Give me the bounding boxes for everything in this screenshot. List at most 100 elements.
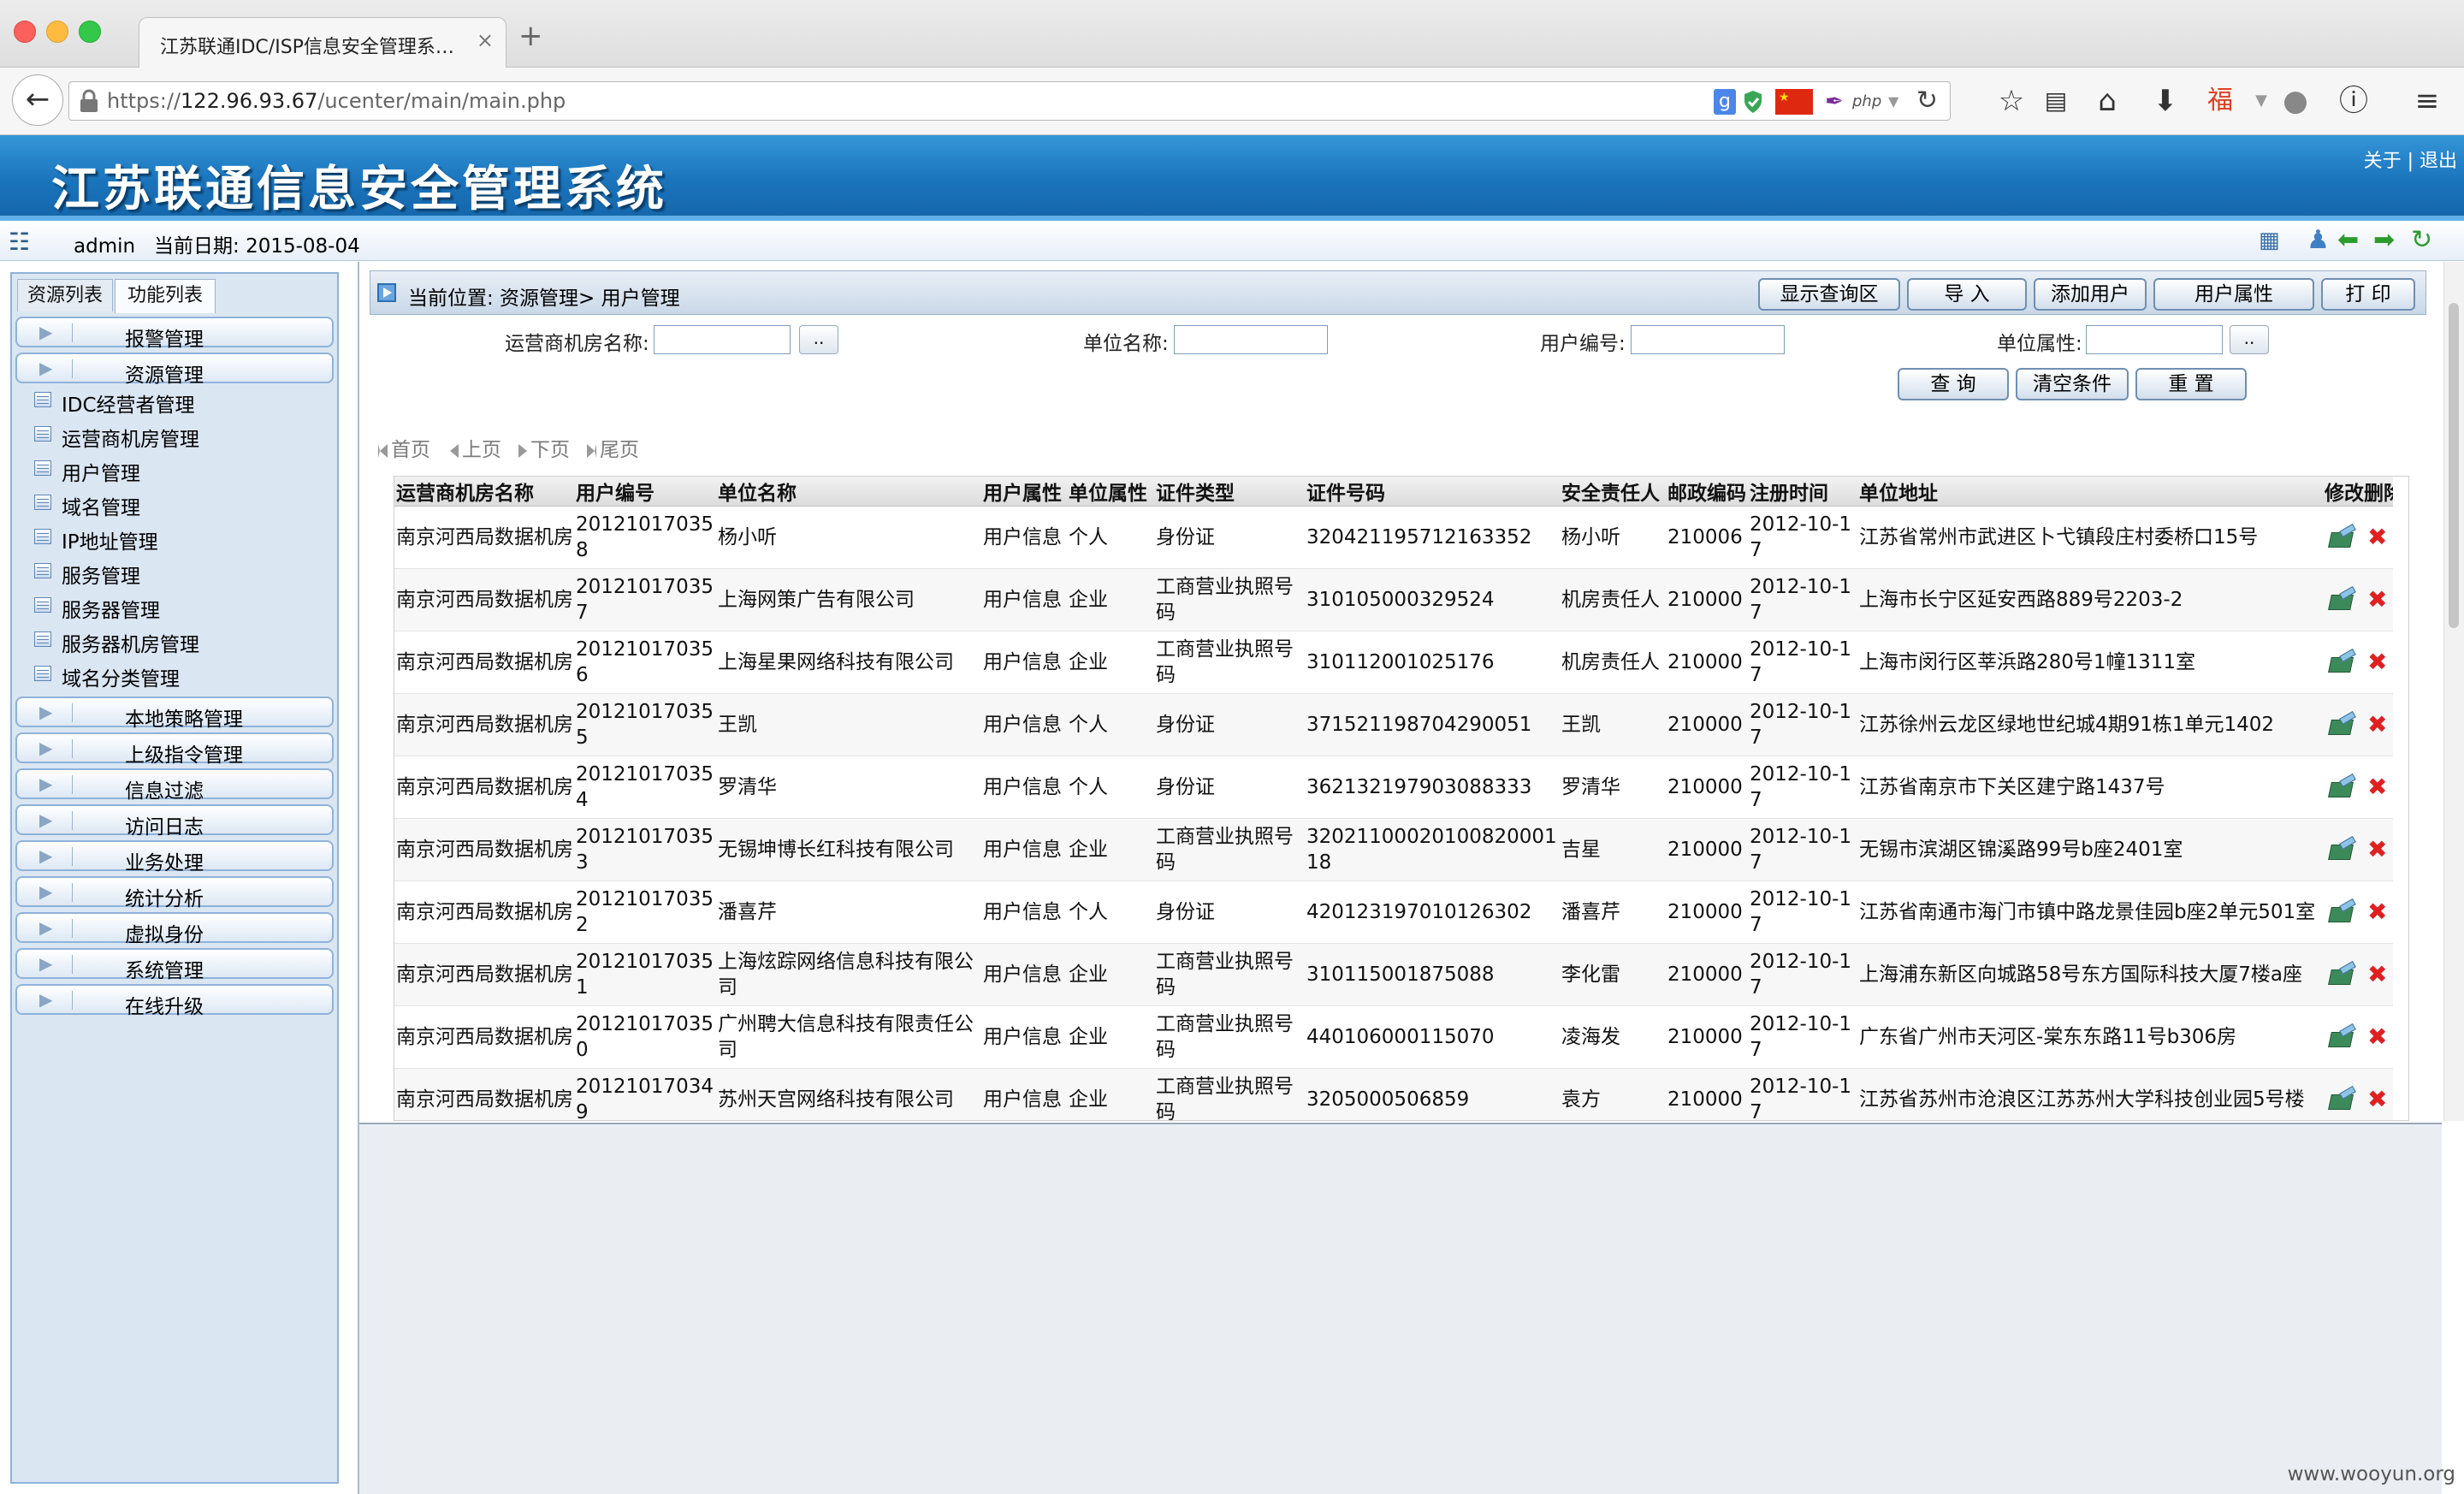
prev-page-link[interactable]: 上页 <box>450 433 501 462</box>
delete-icon[interactable]: ✖ <box>2367 1024 2387 1050</box>
table-cell: 210000 <box>1666 1005 1748 1069</box>
user-bar: ☷ admin 当前日期: 2015-08-04 ▦ ♟ ⬅ ➡ ↻ <box>0 221 2464 261</box>
globe-icon[interactable]: ● <box>2276 81 2315 121</box>
window-zoom-button[interactable] <box>79 21 101 43</box>
delete-icon[interactable]: ✖ <box>2367 587 2387 613</box>
delete-icon[interactable]: ✖ <box>2367 962 2387 987</box>
refresh-green-icon[interactable]: ↻ <box>2411 224 2432 257</box>
edit-icon[interactable] <box>2330 777 2355 797</box>
sidebar-group-local-policy[interactable]: ▶ 本地策略管理 <box>15 697 334 731</box>
edit-icon[interactable] <box>2330 714 2355 735</box>
sidebar-group-upper-command[interactable]: ▶ 上级指令管理 <box>15 732 334 767</box>
php-icon[interactable]: php <box>1852 89 1886 115</box>
query-button[interactable]: 查 询 <box>1898 368 2009 400</box>
attribute-picker-button[interactable]: .. <box>2230 325 2269 354</box>
expand-arrow-icon: ▶ <box>39 881 53 902</box>
print-button[interactable]: 打 印 <box>2321 278 2415 311</box>
sidebar-group-statistics[interactable]: ▶ 统计分析 <box>15 876 334 910</box>
tab-close-icon[interactable]: × <box>477 28 494 52</box>
delete-icon[interactable]: ✖ <box>2367 649 2387 675</box>
fu-addon-icon[interactable]: 福 <box>2200 81 2240 121</box>
sidebar-group-business[interactable]: ▶ 业务处理 <box>15 840 334 874</box>
first-page-link[interactable]: 首页 <box>378 433 430 462</box>
show-query-button[interactable]: 显示查询区 <box>1758 278 1900 311</box>
clear-conditions-button[interactable]: 清空条件 <box>2016 368 2129 400</box>
sidebar-group-info-filter[interactable]: ▶ 信息过滤 <box>15 768 334 803</box>
add-user-button[interactable]: 添加用户 <box>2034 278 2147 311</box>
menu-icon[interactable]: ≡ <box>2408 81 2447 121</box>
calendar-icon[interactable]: ▦ <box>2259 224 2280 257</box>
last-page-link[interactable]: 尾页 <box>587 433 639 462</box>
back-button[interactable]: ← <box>12 74 63 126</box>
google-icon[interactable]: g <box>1714 89 1736 115</box>
delete-icon[interactable]: ✖ <box>2367 712 2387 738</box>
table-cell: 210000 <box>1666 693 1748 756</box>
user-number-input[interactable] <box>1631 325 1785 354</box>
sidebar-group-system[interactable]: ▶ 系统管理 <box>15 948 334 982</box>
browser-tab[interactable]: 江苏联通IDC/ISP信息安全管理系… × <box>139 17 506 68</box>
room-picker-button[interactable]: .. <box>799 325 838 354</box>
new-tab-button[interactable]: + <box>518 19 543 53</box>
import-button[interactable]: 导 入 <box>1907 278 2027 311</box>
edit-icon[interactable] <box>2330 902 2355 922</box>
back-arrow-icon: ← <box>25 82 50 116</box>
vertical-scrollbar[interactable] <box>2443 262 2464 1121</box>
reset-button[interactable]: 重 置 <box>2135 368 2247 400</box>
back-arrow-green-icon[interactable]: ⬅ <box>2337 224 2359 257</box>
bookmark-star-icon[interactable]: ☆ <box>1992 81 2031 121</box>
delete-icon[interactable]: ✖ <box>2367 899 2387 925</box>
next-page-link[interactable]: 下页 <box>518 433 570 462</box>
shield-icon[interactable] <box>1743 89 1763 115</box>
person-icon[interactable]: ♟ <box>2307 224 2330 257</box>
edit-icon[interactable] <box>2330 527 2355 548</box>
unit-attribute-input[interactable] <box>2086 325 2223 354</box>
delete-icon[interactable]: ✖ <box>2367 1087 2387 1112</box>
table-cell: 210000 <box>1666 818 1748 881</box>
user-attribute-button[interactable]: 用户属性 <box>2153 278 2314 311</box>
window-close-button[interactable] <box>14 21 36 43</box>
sidebar-group-virtual-identity[interactable]: ▶ 虚拟身份 <box>15 912 334 946</box>
room-name-input[interactable] <box>654 325 791 354</box>
edit-icon[interactable] <box>2330 1027 2355 1047</box>
edit-icon[interactable] <box>2330 1089 2355 1110</box>
tab-resource-list[interactable]: 资源列表 <box>17 279 113 311</box>
table-cell: 王凯 <box>716 693 981 756</box>
sidebar-group-online-upgrade[interactable]: ▶ 在线升级 <box>15 984 334 1018</box>
dropdown-icon[interactable]: ▼ <box>1888 89 1905 115</box>
column-header: 证件号码 <box>1305 477 1560 507</box>
column-header: 安全责任人 <box>1560 477 1666 507</box>
sidebar-group-alarm[interactable]: ▶ 报警管理 <box>15 317 334 351</box>
table-cell: 310112001025176 <box>1305 631 1560 694</box>
sidebar-item-label: 用户管理 <box>62 463 140 485</box>
feather-icon[interactable]: ✒ <box>1825 89 1851 115</box>
sidebar-group-access-log[interactable]: ▶ 访问日志 <box>15 804 334 839</box>
forward-arrow-green-icon[interactable]: ➡ <box>2373 224 2395 257</box>
about-logout-links[interactable]: 关于 | 退出 <box>2364 145 2457 173</box>
scrollbar-thumb[interactable] <box>2449 303 2459 628</box>
unit-name-input[interactable] <box>1174 325 1328 354</box>
tab-function-list[interactable]: 功能列表 <box>115 279 216 313</box>
delete-icon[interactable]: ✖ <box>2367 525 2387 550</box>
reading-list-icon[interactable]: ▤ <box>2036 81 2076 121</box>
table-cell: 210000 <box>1666 756 1748 819</box>
download-icon[interactable]: ⬇ <box>2146 81 2185 121</box>
window-minimize-button[interactable] <box>46 21 68 43</box>
sidebar-group-label: 虚拟身份 <box>125 924 204 946</box>
home-icon[interactable]: ⌂ <box>2088 81 2127 121</box>
table-cell: 用户信息 <box>981 568 1067 631</box>
url-bar[interactable]: https://122.96.93.67/ucenter/main/main.p… <box>68 81 1951 121</box>
reload-icon[interactable]: ↻ <box>1916 86 1938 116</box>
china-flag-icon[interactable]: ★ <box>1775 89 1813 115</box>
info-icon[interactable]: ⓘ <box>2334 81 2373 121</box>
edit-icon[interactable] <box>2330 590 2355 610</box>
table-cell: 用户信息 <box>981 818 1067 881</box>
delete-icon[interactable]: ✖ <box>2367 774 2387 800</box>
edit-icon[interactable] <box>2330 964 2355 985</box>
table-cell: 江苏省常州市武进区卜弋镇段庄村委桥口15号 <box>1857 506 2323 569</box>
expand-arrow-icon: ▶ <box>39 953 53 974</box>
delete-icon[interactable]: ✖ <box>2367 837 2387 863</box>
edit-icon[interactable] <box>2330 652 2355 673</box>
sidebar-group-resource[interactable]: ▶ 资源管理 <box>15 353 334 387</box>
edit-icon[interactable] <box>2330 839 2355 860</box>
unit-name-label: 单位名称: <box>1083 333 1169 355</box>
